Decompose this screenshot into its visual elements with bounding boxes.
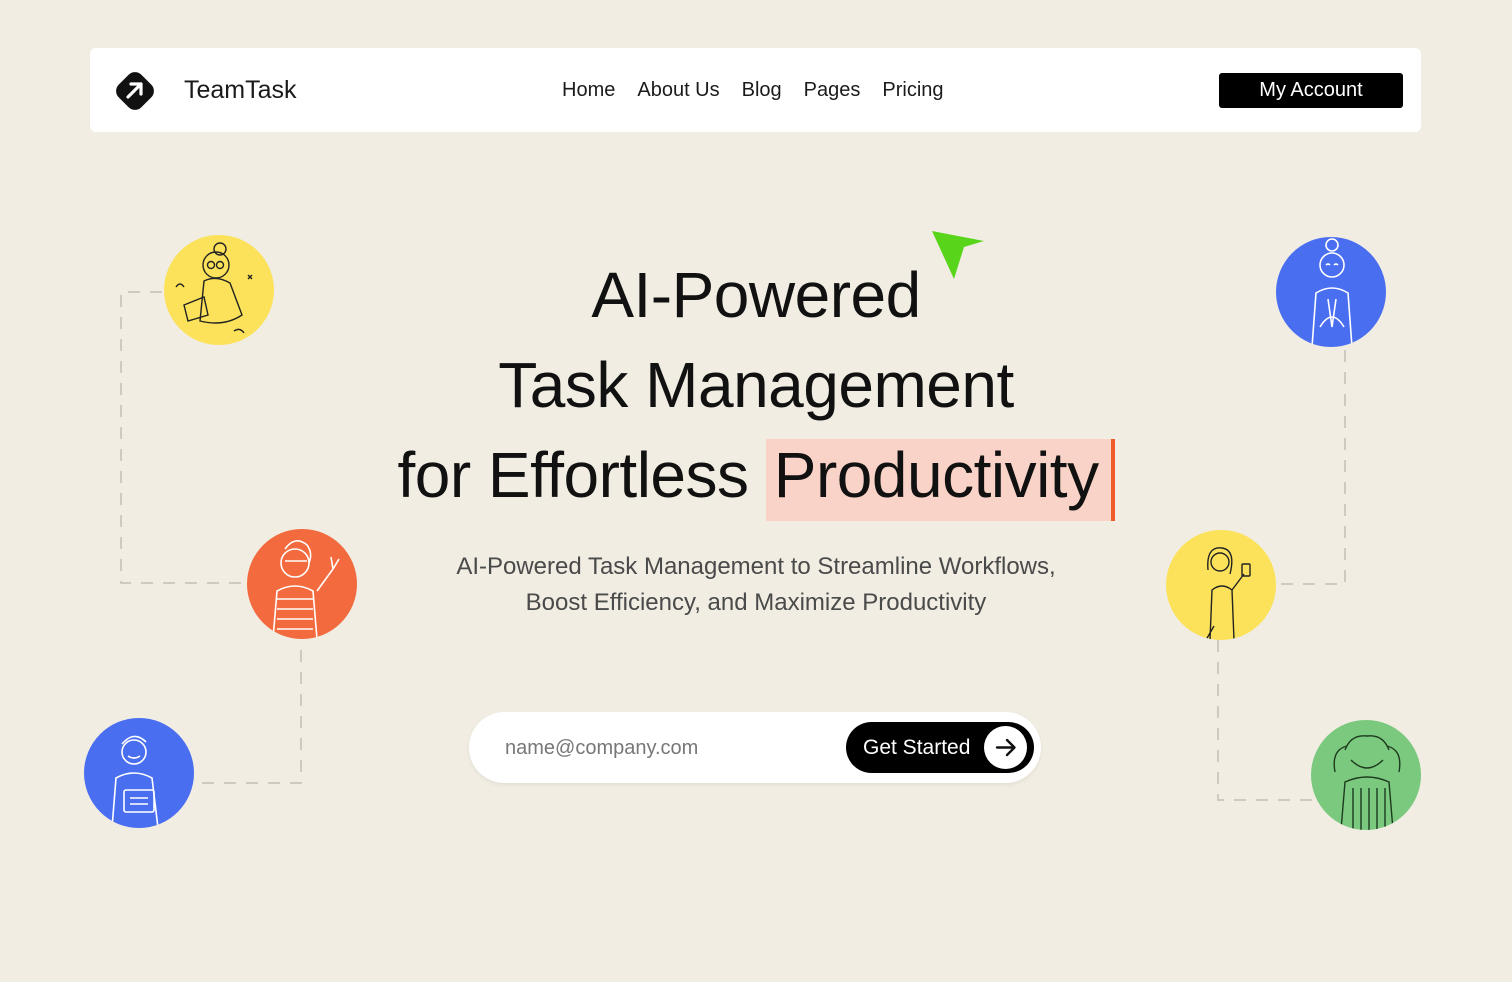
nav-pricing[interactable]: Pricing [882,79,943,102]
avatar-person-with-laptop [84,718,194,828]
nav-blog[interactable]: Blog [742,79,782,102]
my-account-button[interactable]: My Account [1219,73,1403,108]
nav-pages[interactable]: Pages [804,79,861,102]
avatar-reading-person [164,235,274,345]
nav-home[interactable]: Home [562,79,615,102]
signup-form: Get Started [469,712,1041,783]
brand-name[interactable]: TeamTask [184,76,297,105]
headline-highlight: Productivity [765,439,1115,521]
pointer-cursor-icon [932,231,984,279]
subtitle-line-2: Boost Efficiency, and Maximize Productiv… [525,589,987,616]
get-started-label: Get Started [863,736,971,759]
avatar-person-hands-on-head [1311,720,1421,830]
headline-prefix: for Effortless [397,439,749,511]
subtitle-line-1: AI-Powered Task Management to Streamline… [456,553,1056,580]
avatar-peace-sign-person [247,529,357,639]
email-input[interactable] [505,734,835,762]
arrow-up-right-icon[interactable] [112,68,158,114]
get-started-button[interactable]: Get Started [846,722,1034,773]
headline-line-2: Task Management [498,349,1014,421]
avatar-praying-person [1276,237,1386,347]
main-menu: Home About Us Blog Pages Pricing [562,79,966,102]
arrow-right-icon [984,726,1027,769]
nav-about-us[interactable]: About Us [637,79,719,102]
headline-line-3: for Effortless Productivity [0,439,1512,521]
avatar-person-with-phone [1166,530,1276,640]
top-navbar: TeamTask Home About Us Blog Pages Pricin… [90,48,1421,132]
